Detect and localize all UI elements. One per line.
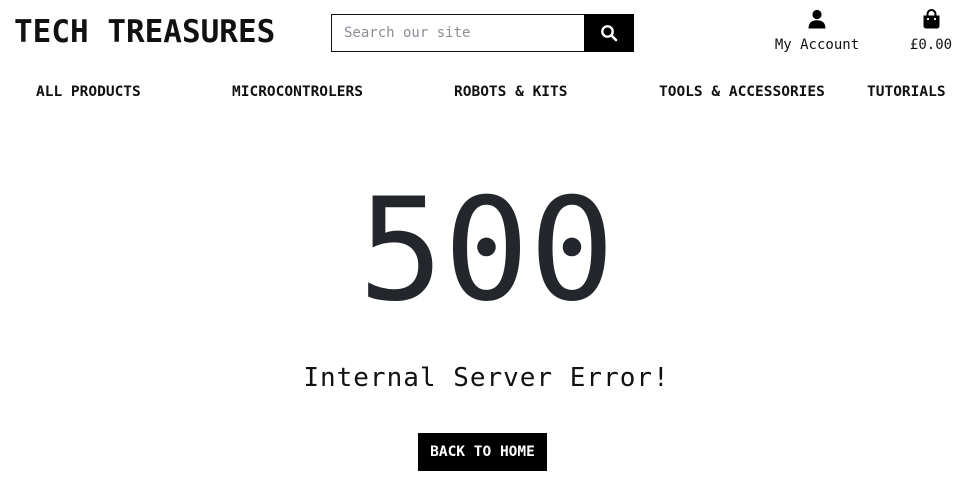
user-icon	[808, 9, 826, 29]
nav-item-robots-kits[interactable]: ROBOTS & KITS	[454, 82, 568, 102]
cart-icon-wrap	[902, 6, 960, 32]
search-button[interactable]	[584, 14, 634, 52]
back-to-home-button[interactable]: BACK TO HOME	[418, 433, 547, 471]
nav-item-tools-accessories[interactable]: TOOLS & ACCESSORIES	[659, 82, 825, 102]
my-account-label: My Account	[774, 37, 860, 53]
my-account-link[interactable]: My Account	[765, 6, 869, 54]
error-code: 500	[358, 168, 615, 333]
nav-item-microcontrolers[interactable]: MICROCONTROLERS	[232, 82, 363, 102]
main-nav: ALL PRODUCTS MICROCONTROLERS ROBOTS & KI…	[0, 82, 973, 104]
search-form	[331, 14, 634, 52]
account-icon-wrap	[765, 6, 869, 32]
nav-item-all-products[interactable]: ALL PRODUCTS	[36, 82, 141, 102]
cart-link[interactable]: £0.00	[902, 6, 960, 54]
nav-item-tutorials[interactable]: TUTORIALS	[867, 82, 946, 102]
brand-logo[interactable]: TECH TREASURES	[14, 12, 275, 52]
error-message: Internal Server Error!	[303, 363, 670, 393]
search-input[interactable]	[331, 14, 584, 52]
search-icon	[601, 25, 618, 42]
shopping-bag-icon	[923, 9, 939, 29]
cart-total: £0.00	[909, 37, 953, 53]
